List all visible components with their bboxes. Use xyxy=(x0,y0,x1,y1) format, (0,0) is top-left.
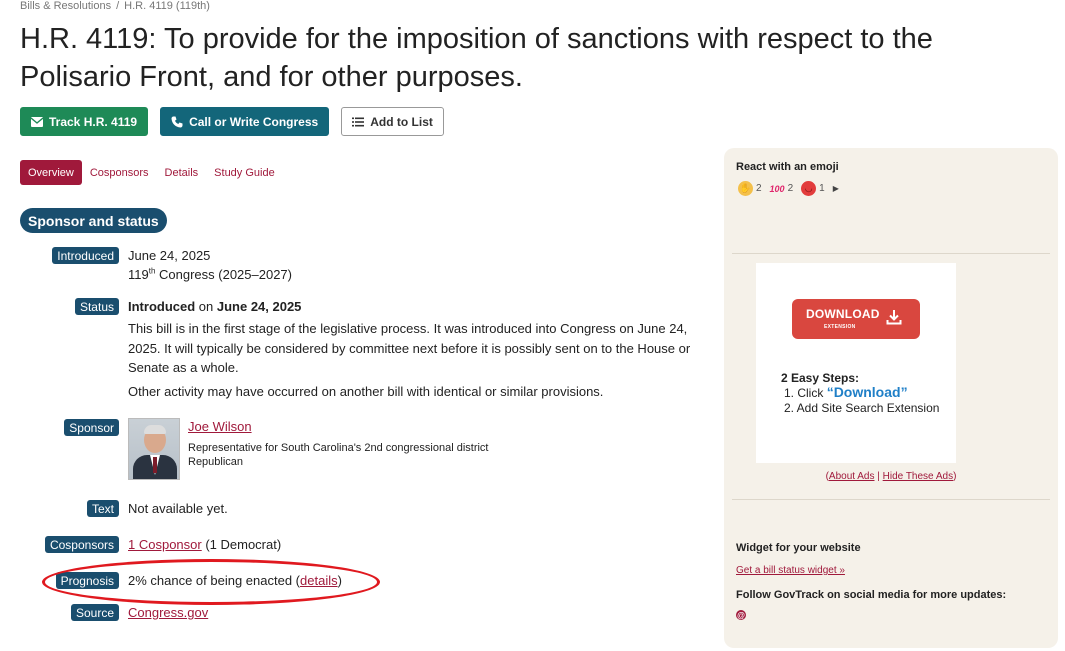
reaction-clap-count: 2 xyxy=(756,183,762,194)
follow-title: Follow GovTrack on social media for more… xyxy=(736,589,1007,601)
cosponsors-party-count: (1 Democrat) xyxy=(201,537,282,552)
add-to-list-button[interactable]: Add to List xyxy=(341,107,444,136)
right-sidebar: React with an emoji ✋ 2 100 2 ◡ 1 ▶ DOWN… xyxy=(724,148,1058,648)
phone-icon xyxy=(171,116,183,127)
tab-overview[interactable]: Overview xyxy=(20,160,82,185)
sponsor-label: Sponsor xyxy=(64,419,119,436)
ad-links-separator: | xyxy=(874,471,883,482)
breadcrumb-separator: / xyxy=(116,0,120,12)
congress-session: 119th Congress (2025–2027) xyxy=(128,265,292,284)
angry-face-icon: ◡ xyxy=(801,181,817,196)
status-description: This bill is in the first stage of the l… xyxy=(128,321,691,375)
status-date: June 24, 2025 xyxy=(216,299,302,314)
breadcrumb-current-bill[interactable]: H.R. 4119 (119th) xyxy=(124,0,210,12)
cosponsors-link[interactable]: 1 Cosponsor xyxy=(128,537,202,552)
download-label: DOWNLOAD xyxy=(806,307,880,321)
extension-label: EXTENSION xyxy=(824,324,856,330)
ad-step-2: 2. Add Site Search Extension xyxy=(784,401,940,415)
envelope-icon xyxy=(31,116,43,127)
introduced-label: Introduced xyxy=(52,247,119,264)
source-value: Congress.gov xyxy=(128,603,208,622)
call-congress-button[interactable]: Call or Write Congress xyxy=(160,107,330,136)
sidebar-divider-top xyxy=(732,253,1050,254)
breadcrumb-bills-link[interactable]: Bills & Resolutions xyxy=(20,0,111,12)
tab-details[interactable]: Details xyxy=(157,160,207,185)
source-link[interactable]: Congress.gov xyxy=(128,605,208,620)
reaction-angry[interactable]: ◡ 1 xyxy=(801,181,825,196)
bill-tabs: Overview Cosponsors Details Study Guide xyxy=(20,160,283,185)
ad-step-1: 1. Click “Download” xyxy=(784,385,939,401)
ad-steps: 1. Click “Download” 2. Add Site Search E… xyxy=(784,385,939,416)
advertisement[interactable]: DOWNLOAD EXTENSION 2 Easy Steps: 1. Clic… xyxy=(756,263,956,463)
ad-step-1-highlight: “Download” xyxy=(826,384,908,400)
more-reactions-arrow-icon[interactable]: ▶ xyxy=(833,184,839,193)
widget-link[interactable]: Get a bill status widget » xyxy=(736,565,845,576)
sidebar-divider-bottom xyxy=(732,499,1050,500)
reaction-hundred-count: 2 xyxy=(787,183,794,194)
status-on: on xyxy=(195,299,217,314)
ad-links: (About Ads | Hide These Ads) xyxy=(724,471,1058,482)
call-congress-label: Call or Write Congress xyxy=(189,114,319,129)
highlight-annotation-oval xyxy=(42,559,380,605)
widget-title: Widget for your website xyxy=(736,542,861,554)
page-title: H.R. 4119: To provide for the imposition… xyxy=(20,23,933,93)
sponsor-party: Republican xyxy=(188,456,244,468)
congress-years: Congress (2025–2027) xyxy=(155,267,292,282)
ad-step-1-prefix: 1. Click xyxy=(784,386,827,400)
react-title: React with an emoji xyxy=(736,161,839,173)
section-heading: Sponsor and status xyxy=(20,208,167,233)
hundred-points-icon: 100 xyxy=(769,183,785,194)
breadcrumb: Bills & Resolutions / H.R. 4119 (119th) xyxy=(20,0,210,12)
sponsor-role: Representative for South Carolina's 2nd … xyxy=(188,442,489,454)
about-ads-link[interactable]: About Ads xyxy=(829,471,875,482)
mastodon-icon[interactable]: @ xyxy=(736,610,746,620)
introduced-date: June 24, 2025 xyxy=(128,248,211,263)
cosponsors-label: Cosponsors xyxy=(44,536,119,553)
action-bar: Track H.R. 4119 Call or Write Congress A… xyxy=(20,107,444,136)
tab-study-guide[interactable]: Study Guide xyxy=(206,160,283,185)
reaction-clap[interactable]: ✋ 2 xyxy=(738,181,762,196)
sponsor-name-link[interactable]: Joe Wilson xyxy=(188,419,252,434)
cosponsors-value: 1 Cosponsor (1 Democrat) xyxy=(128,535,281,554)
tab-cosponsors[interactable]: Cosponsors xyxy=(82,160,157,185)
emoji-reactions: ✋ 2 100 2 ◡ 1 ▶ xyxy=(738,181,839,196)
clapping-hands-icon: ✋ xyxy=(738,181,753,196)
status-summary: Introduced on June 24, 2025 xyxy=(128,297,301,316)
download-icon xyxy=(886,310,902,325)
source-label: Source xyxy=(70,604,119,621)
ad-steps-title: 2 Easy Steps: xyxy=(781,371,860,385)
hide-ads-link[interactable]: Hide These Ads xyxy=(883,471,953,482)
reaction-angry-count: 1 xyxy=(819,183,825,194)
ad-links-close: ) xyxy=(953,471,957,482)
reaction-hundred[interactable]: 100 2 xyxy=(770,181,794,196)
add-to-list-label: Add to List xyxy=(370,114,433,129)
status-label: Status xyxy=(74,298,119,315)
status-stage: Introduced xyxy=(128,299,196,314)
list-icon xyxy=(352,117,365,126)
text-label: Text xyxy=(86,500,119,517)
download-extension-button[interactable]: DOWNLOAD EXTENSION xyxy=(792,299,920,339)
sponsor-photo[interactable] xyxy=(128,418,180,480)
track-bill-label: Track H.R. 4119 xyxy=(49,114,138,129)
status-other-activity: Other activity may have occurred on anot… xyxy=(128,384,604,399)
text-value: Not available yet. xyxy=(128,501,228,516)
congress-number: 119 xyxy=(128,267,149,282)
track-bill-button[interactable]: Track H.R. 4119 xyxy=(20,107,149,136)
